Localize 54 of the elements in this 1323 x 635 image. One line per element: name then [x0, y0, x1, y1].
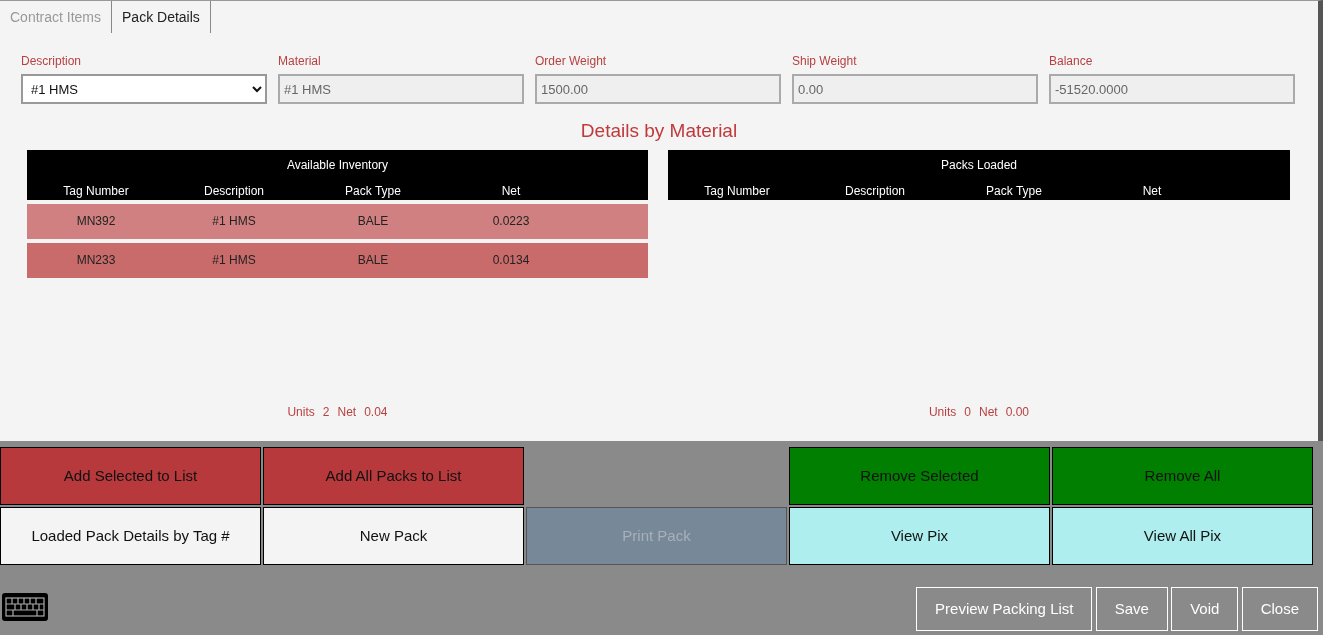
summary-label: Net [979, 404, 998, 421]
column-header: Description [844, 182, 906, 200]
table-row[interactable]: MN233 #1 HMS BALE 0.0134 [27, 242, 648, 278]
input-field[interactable]: 0.00 [792, 74, 1038, 104]
field-label: Order Weight [535, 53, 608, 70]
column-header: Net [500, 182, 522, 200]
column-header: Net [1141, 182, 1163, 200]
table-title: Packs Loaded [939, 156, 1019, 174]
summary-value: 0 [964, 404, 971, 421]
table-cell-text: 0.0134 [491, 252, 531, 269]
action-button[interactable]: Add All Packs to List [263, 447, 524, 505]
table-cell-text: MN233 [75, 252, 117, 269]
action-button[interactable]: Remove Selected [789, 447, 1050, 505]
summary-value: 2 [322, 404, 330, 421]
footer-button[interactable]: Void [1171, 587, 1239, 631]
field-label: Description [21, 53, 83, 70]
table-title: Available Inventory [285, 156, 390, 174]
column-header: Description [203, 182, 265, 200]
column-header: Pack Type [344, 182, 402, 200]
column-header: Tag Number [703, 182, 771, 200]
dropdown[interactable]: #1 HMS [21, 74, 267, 104]
footer-button[interactable]: Close [1241, 587, 1318, 631]
field-label: Material [278, 53, 322, 70]
tab[interactable]: Contract Items [0, 1, 113, 33]
table-cell-text: BALE [356, 252, 390, 269]
action-button[interactable]: Add Selected to List [0, 447, 261, 505]
summary-label: Net [337, 404, 357, 421]
summary-value: 0.04 [364, 404, 388, 421]
footer-button[interactable]: Save [1095, 587, 1168, 631]
summary-label: Units [287, 404, 315, 421]
field-label: Ship Weight [792, 53, 858, 70]
footer-button[interactable]: Preview Packing List [916, 587, 1093, 631]
table-cell-text: MN392 [75, 213, 117, 230]
action-button[interactable]: View Pix [789, 507, 1050, 565]
action-button[interactable]: View All Pix [1052, 507, 1313, 565]
column-header: Pack Type [985, 182, 1043, 200]
summary-label: Units [928, 404, 957, 421]
section-title: Details by Material [579, 119, 739, 143]
input-field[interactable]: 1500.00 [535, 74, 781, 104]
table-cell-text: #1 HMS [211, 252, 257, 269]
summary-value: 0.00 [1005, 404, 1030, 421]
tab[interactable]: Pack Details [112, 1, 211, 33]
table-row[interactable]: MN392 #1 HMS BALE 0.0223 [27, 203, 648, 239]
input-field[interactable]: #1 HMS [278, 74, 524, 104]
keyboard-icon[interactable] [1, 592, 49, 622]
column-header: Tag Number [62, 182, 130, 200]
table-cell-text: BALE [356, 213, 390, 230]
field-label: Balance [1049, 53, 1094, 70]
table-cell-text: #1 HMS [211, 213, 257, 230]
action-button[interactable]: New Pack [263, 507, 524, 565]
action-button[interactable]: Remove All [1052, 447, 1313, 505]
input-field[interactable]: -51520.0000 [1049, 74, 1295, 104]
table-cell-text: 0.0223 [491, 213, 531, 230]
action-button[interactable]: Loaded Pack Details by Tag # [0, 507, 261, 565]
